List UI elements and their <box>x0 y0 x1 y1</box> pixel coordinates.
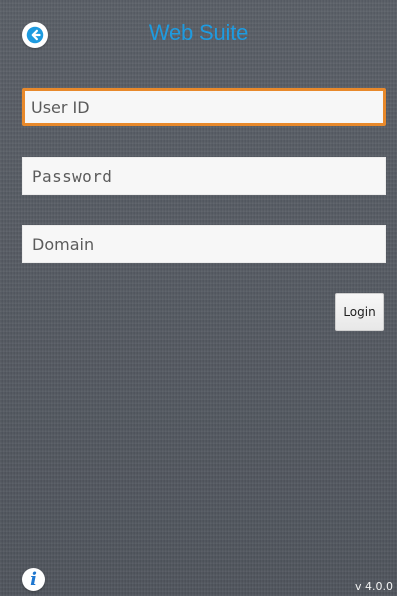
domain-input[interactable] <box>22 225 386 263</box>
login-button[interactable]: Login <box>335 293 384 331</box>
header: Web Suite <box>0 0 397 66</box>
login-screen: Web Suite Login i v 4.0.0 <box>0 0 397 596</box>
password-input[interactable] <box>22 157 386 195</box>
page-title: Web Suite <box>148 20 249 45</box>
info-button[interactable]: i <box>22 568 45 591</box>
info-icon: i <box>30 569 37 590</box>
user-id-input[interactable] <box>22 88 386 126</box>
version-label: v 4.0.0 <box>355 580 393 593</box>
